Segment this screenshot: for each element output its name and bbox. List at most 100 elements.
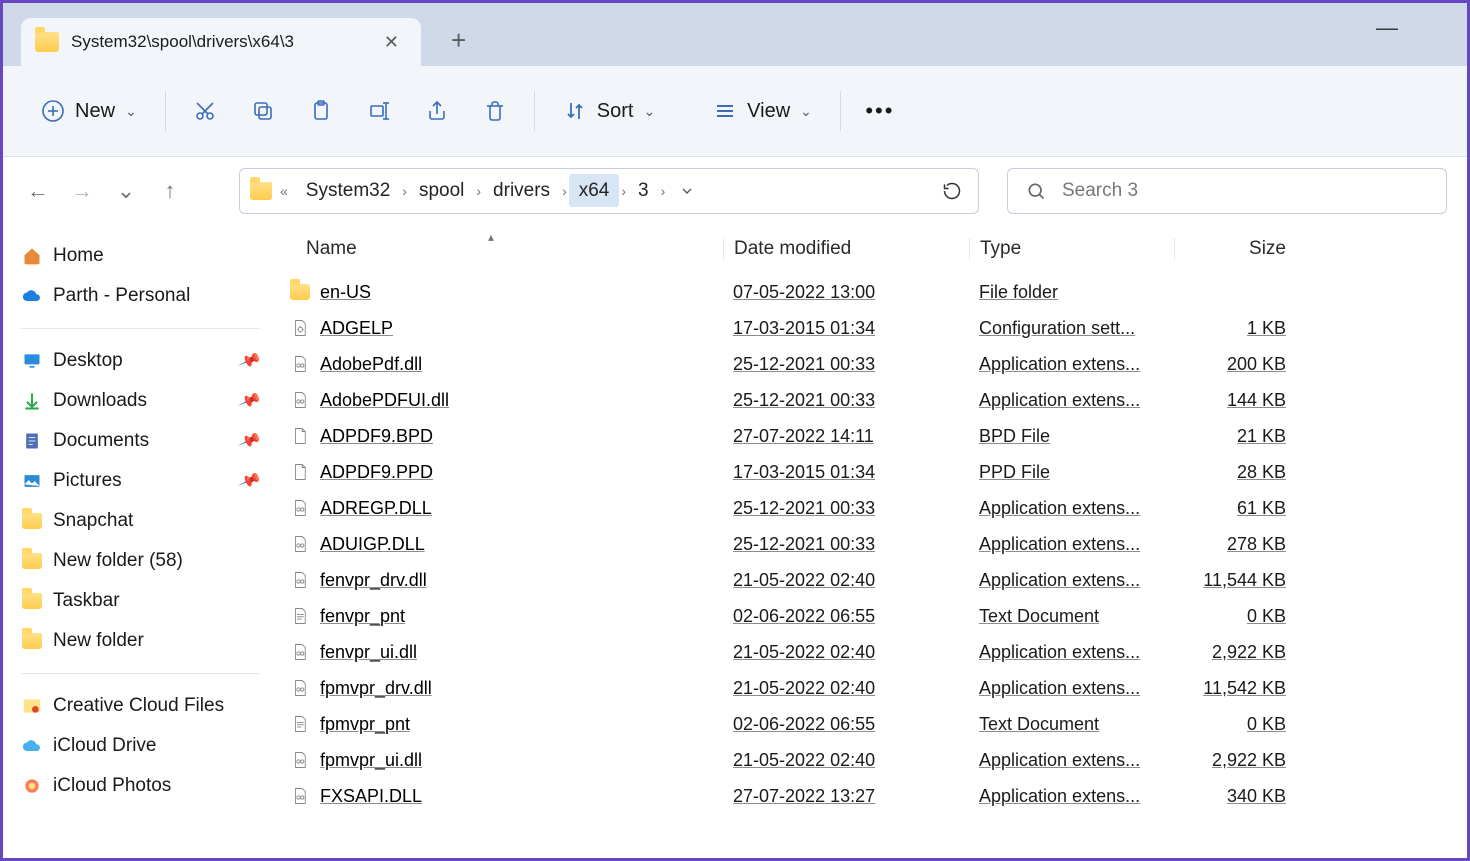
file-type: Application extens...	[969, 498, 1174, 519]
ellipsis-icon: •••	[865, 98, 894, 124]
file-type: Text Document	[969, 714, 1174, 735]
sidebar-item[interactable]: Downloads📌	[17, 381, 264, 421]
sort-button[interactable]: Sort ⌄	[545, 81, 673, 141]
sidebar-label: iCloud Drive	[53, 735, 156, 757]
breadcrumb-item[interactable]: System32	[296, 174, 400, 207]
folder-icon	[21, 550, 43, 572]
file-icon	[291, 462, 309, 482]
rename-button[interactable]	[350, 81, 408, 141]
column-type[interactable]: Type	[969, 238, 1174, 260]
breadcrumb-item[interactable]: drivers	[483, 174, 560, 207]
more-button[interactable]: •••	[851, 81, 909, 141]
forward-button[interactable]: →	[67, 178, 97, 204]
file-type: Application extens...	[969, 678, 1174, 699]
chevron-right-icon[interactable]: ›	[474, 183, 483, 199]
active-tab[interactable]: System32\spool\drivers\x64\3 ✕	[21, 18, 421, 66]
file-row[interactable]: fpmvpr_ui.dll21-05-2022 02:40Application…	[278, 742, 1467, 778]
chevron-right-icon[interactable]: ›	[659, 183, 668, 199]
file-name-cell: ADREGP.DLL	[278, 497, 723, 519]
divider	[21, 673, 260, 674]
file-type: Application extens...	[969, 642, 1174, 663]
file-row[interactable]: en-US07-05-2022 13:00File folder	[278, 274, 1467, 310]
file-name-cell: fpmvpr_pnt	[278, 713, 723, 735]
column-name[interactable]: Name ▴	[278, 238, 723, 260]
folder-icon	[21, 510, 43, 532]
breadcrumb-item[interactable]: x64	[569, 174, 620, 207]
file-name-cell: fenvpr_ui.dll	[278, 641, 723, 663]
sidebar-item[interactable]: Pictures📌	[17, 461, 264, 501]
share-icon	[425, 99, 449, 123]
new-tab-button[interactable]: +	[421, 25, 496, 66]
file-row[interactable]: fpmvpr_drv.dll21-05-2022 02:40Applicatio…	[278, 670, 1467, 706]
file-date: 21-05-2022 02:40	[723, 678, 969, 699]
view-button[interactable]: View ⌄	[695, 81, 830, 141]
refresh-button[interactable]	[936, 173, 968, 209]
file-row[interactable]: ADUIGP.DLL25-12-2021 00:33Application ex…	[278, 526, 1467, 562]
close-tab-button[interactable]: ✕	[376, 28, 407, 57]
file-type: File folder	[969, 282, 1174, 303]
recent-locations-button[interactable]: ⌄	[111, 178, 141, 204]
file-type: Application extens...	[969, 354, 1174, 375]
column-size[interactable]: Size	[1174, 238, 1304, 260]
new-button[interactable]: New ⌄	[23, 81, 155, 141]
pin-icon: 📌	[237, 348, 263, 374]
file-row[interactable]: ADREGP.DLL25-12-2021 00:33Application ex…	[278, 490, 1467, 526]
sidebar-item[interactable]: iCloud Photos	[17, 766, 264, 806]
copy-button[interactable]	[234, 81, 292, 141]
chevron-right-icon[interactable]: ›	[560, 183, 569, 199]
cut-button[interactable]	[176, 81, 234, 141]
sidebar-item[interactable]: New folder	[17, 621, 264, 661]
file-size: 144 KB	[1174, 390, 1304, 411]
file-row[interactable]: fenvpr_ui.dll21-05-2022 02:40Application…	[278, 634, 1467, 670]
file-row[interactable]: FXSAPI.DLL27-07-2022 13:27Application ex…	[278, 778, 1467, 814]
search-input[interactable]: Search 3	[1007, 168, 1447, 214]
file-row[interactable]: ADPDF9.PPD17-03-2015 01:34PPD File28 KB	[278, 454, 1467, 490]
chevron-right-icon[interactable]: ›	[619, 183, 628, 199]
sidebar-label: Desktop	[53, 350, 123, 372]
file-date: 17-03-2015 01:34	[723, 462, 969, 483]
file-name: AdobePDFUI.dll	[320, 390, 449, 411]
file-row[interactable]: ADPDF9.BPD27-07-2022 14:11BPD File21 KB	[278, 418, 1467, 454]
settings-file-icon	[291, 318, 309, 338]
file-row[interactable]: fpmvpr_pnt02-06-2022 06:55Text Document0…	[278, 706, 1467, 742]
file-icon	[291, 426, 309, 446]
sidebar-item[interactable]: Taskbar	[17, 581, 264, 621]
file-date: 27-07-2022 14:11	[723, 426, 969, 447]
breadcrumb-item[interactable]: 3	[628, 174, 659, 207]
cc-icon	[21, 695, 43, 717]
chevron-right-icon[interactable]: ›	[400, 183, 409, 199]
file-size: 2,922 KB	[1174, 642, 1304, 663]
sidebar-item[interactable]: Documents📌	[17, 421, 264, 461]
breadcrumb-item[interactable]: spool	[409, 174, 474, 207]
paste-button[interactable]	[292, 81, 350, 141]
file-row[interactable]: fenvpr_pnt02-06-2022 06:55Text Document0…	[278, 598, 1467, 634]
sidebar-item[interactable]: Snapchat	[17, 501, 264, 541]
minimize-button[interactable]: —	[1367, 15, 1407, 41]
sidebar-item[interactable]: iCloud Drive	[17, 726, 264, 766]
scissors-icon	[193, 99, 217, 123]
overflow-icon[interactable]: «	[278, 183, 290, 199]
share-button[interactable]	[408, 81, 466, 141]
file-size: 0 KB	[1174, 714, 1304, 735]
sidebar-item[interactable]: New folder (58)	[17, 541, 264, 581]
address-bar[interactable]: « System32›spool›drivers›x64›3›	[239, 168, 979, 214]
sidebar-onedrive[interactable]: Parth - Personal	[17, 276, 264, 316]
sidebar-item[interactable]: Desktop 📌	[17, 341, 264, 381]
sidebar-home[interactable]: Home	[17, 236, 264, 276]
address-dropdown-button[interactable]	[673, 175, 701, 207]
column-date[interactable]: Date modified	[723, 238, 969, 260]
file-type: Application extens...	[969, 750, 1174, 771]
folder-icon	[35, 32, 59, 52]
file-row[interactable]: fenvpr_drv.dll21-05-2022 02:40Applicatio…	[278, 562, 1467, 598]
sidebar-label: New folder (58)	[53, 550, 183, 572]
back-button[interactable]: ←	[23, 178, 53, 204]
sidebar-item[interactable]: Creative Cloud Files	[17, 686, 264, 726]
file-name: fenvpr_ui.dll	[320, 642, 417, 663]
file-name-cell: fenvpr_pnt	[278, 605, 723, 627]
file-name-cell: fpmvpr_drv.dll	[278, 677, 723, 699]
file-row[interactable]: ADGELP17-03-2015 01:34Configuration sett…	[278, 310, 1467, 346]
delete-button[interactable]	[466, 81, 524, 141]
file-row[interactable]: AdobePDFUI.dll25-12-2021 00:33Applicatio…	[278, 382, 1467, 418]
up-button[interactable]: ↑	[155, 178, 185, 204]
file-row[interactable]: AdobePdf.dll25-12-2021 00:33Application …	[278, 346, 1467, 382]
